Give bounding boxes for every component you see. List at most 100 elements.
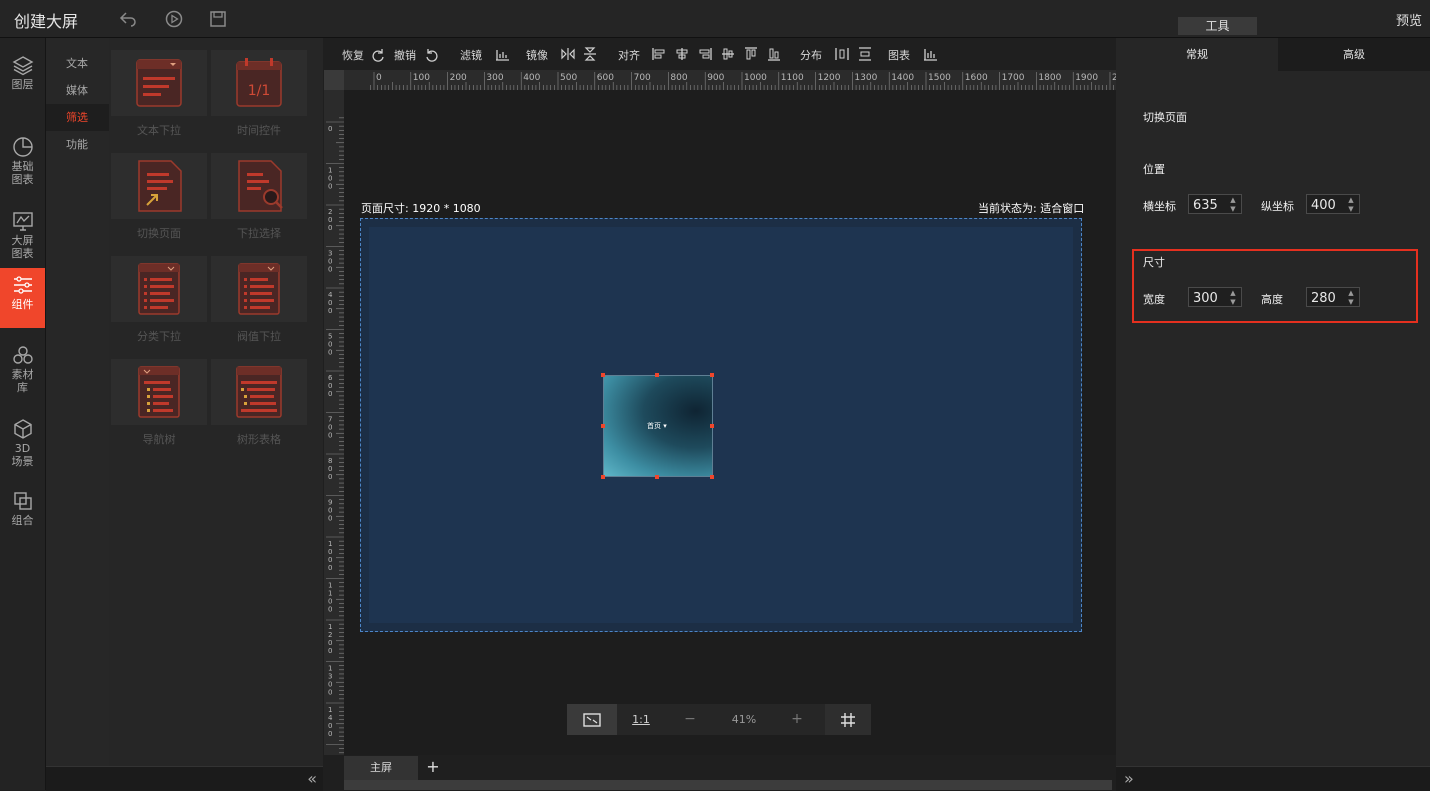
play-icon[interactable] bbox=[164, 9, 184, 29]
resize-handle-se[interactable] bbox=[710, 475, 714, 479]
right-panel-collapse[interactable]: » bbox=[1116, 766, 1430, 791]
tools-tab[interactable]: 工具 bbox=[1178, 17, 1257, 35]
y-increment-icon[interactable]: ▲ bbox=[1345, 196, 1357, 204]
double-chevron-left-icon: « bbox=[307, 769, 317, 788]
x-decrement-icon[interactable]: ▼ bbox=[1227, 205, 1239, 213]
subcat-function[interactable]: 功能 bbox=[46, 131, 109, 158]
nav-item-layers[interactable]: 图层 bbox=[0, 48, 45, 108]
horizontal-ruler[interactable]: 0 100 200 300 400 500 600 700 800 900 1000 1100 1200… bbox=[344, 70, 1116, 90]
resize-handle-e[interactable] bbox=[710, 424, 714, 428]
height-decrement-icon[interactable]: ▼ bbox=[1345, 298, 1357, 306]
component-label: 树形表格 bbox=[237, 433, 281, 446]
align-button[interactable]: 对齐 bbox=[618, 47, 640, 63]
component-text-dropdown[interactable]: 文本下拉 bbox=[111, 50, 207, 146]
width-increment-icon[interactable]: ▲ bbox=[1227, 289, 1239, 297]
chart-icon[interactable] bbox=[922, 46, 938, 62]
left-panel-collapse[interactable]: « bbox=[46, 766, 323, 791]
component-palette: 文本下拉 1/1 时间控件 切换页面 下拉选择 分类下拉 阀值下拉 导航树 树形… bbox=[109, 38, 323, 766]
align-right-icon[interactable] bbox=[697, 46, 713, 62]
actual-size-button[interactable]: 1:1 bbox=[619, 704, 663, 735]
height-label: 高度 bbox=[1261, 293, 1283, 306]
grid-toggle-button[interactable] bbox=[825, 704, 871, 735]
fit-screen-button[interactable] bbox=[567, 704, 617, 735]
align-bottom-icon[interactable] bbox=[766, 46, 782, 62]
y-decrement-icon[interactable]: ▼ bbox=[1345, 205, 1357, 213]
component-dropdown-select[interactable]: 下拉选择 bbox=[211, 153, 307, 249]
horizontal-scrollbar[interactable] bbox=[344, 780, 1112, 790]
tab-advanced[interactable]: 高级 bbox=[1278, 38, 1430, 71]
resize-handle-s[interactable] bbox=[655, 475, 659, 479]
align-middle-icon[interactable] bbox=[720, 46, 736, 62]
nav-item-group[interactable]: 组合 bbox=[0, 484, 45, 544]
redo-icon[interactable] bbox=[370, 46, 386, 62]
subcat-media[interactable]: 媒体 bbox=[46, 77, 109, 104]
sub-category-list: 文本 媒体 筛选 功能 bbox=[46, 38, 109, 766]
nav-item-screen-charts[interactable]: 大屏 图表 bbox=[0, 204, 45, 264]
ruler-label: 0 bbox=[328, 266, 332, 274]
width-field[interactable]: ▲ ▼ bbox=[1188, 287, 1242, 308]
height-increment-icon[interactable]: ▲ bbox=[1345, 289, 1357, 297]
sliders-icon bbox=[13, 276, 32, 294]
component-category-dropdown[interactable]: 分类下拉 bbox=[111, 256, 207, 352]
resize-handle-n[interactable] bbox=[655, 373, 659, 377]
zoom-in-button[interactable]: + bbox=[775, 704, 819, 735]
resize-handle-w[interactable] bbox=[601, 424, 605, 428]
nav-label: 组合 bbox=[11, 514, 34, 527]
vertical-ruler[interactable]: 0100200300400500600700800900100011001200… bbox=[324, 90, 344, 766]
component-tree-table[interactable]: 树形表格 bbox=[211, 359, 307, 455]
y-coord-field[interactable]: ▲ ▼ bbox=[1306, 194, 1360, 215]
flip-vertical-icon[interactable] bbox=[582, 46, 598, 62]
ruler-label: 1700 bbox=[1002, 73, 1025, 83]
preview-button[interactable]: 预览 bbox=[1396, 10, 1422, 29]
flip-horizontal-icon[interactable] bbox=[560, 46, 576, 62]
component-threshold-dropdown[interactable]: 阀值下拉 bbox=[211, 256, 307, 352]
ruler-label: 1 bbox=[328, 590, 332, 598]
x-increment-icon[interactable]: ▲ bbox=[1227, 196, 1239, 204]
resize-handle-sw[interactable] bbox=[601, 475, 605, 479]
tab-main-screen[interactable]: 主屏 bbox=[344, 756, 418, 780]
x-coord-field[interactable]: ▲ ▼ bbox=[1188, 194, 1242, 215]
ruler-ticks: 0100200300400500600700800900100011001200… bbox=[326, 117, 344, 766]
ruler-label: 0 bbox=[328, 432, 332, 440]
undo-icon[interactable] bbox=[424, 46, 440, 62]
component-thumbnail bbox=[111, 153, 207, 219]
component-switch-page[interactable]: 切换页面 bbox=[111, 153, 207, 249]
component-nav-tree[interactable]: 导航树 bbox=[111, 359, 207, 455]
mirror-button[interactable]: 镜像 bbox=[526, 47, 548, 63]
nav-item-basic-charts[interactable]: 基础 图表 bbox=[0, 130, 45, 190]
save-icon[interactable] bbox=[208, 9, 228, 29]
width-label: 宽度 bbox=[1143, 293, 1165, 306]
add-tab-button[interactable]: + bbox=[423, 756, 443, 780]
undo-arrow-icon[interactable] bbox=[118, 9, 138, 29]
redo-button[interactable]: 恢复 bbox=[342, 47, 364, 63]
nav-item-components[interactable]: 组件 bbox=[0, 268, 45, 328]
distribute-button[interactable]: 分布 bbox=[800, 47, 822, 63]
component-time-control[interactable]: 1/1 时间控件 bbox=[211, 50, 307, 146]
zoom-out-button[interactable]: − bbox=[667, 704, 713, 735]
undo-button[interactable]: 撤销 bbox=[394, 47, 416, 63]
height-field[interactable]: ▲ ▼ bbox=[1306, 287, 1360, 308]
subcat-text[interactable]: 文本 bbox=[46, 50, 109, 77]
align-center-icon[interactable] bbox=[674, 46, 690, 62]
page-canvas[interactable] bbox=[369, 227, 1073, 623]
align-top-icon[interactable] bbox=[743, 46, 759, 62]
ruler-label: 800 bbox=[670, 73, 687, 83]
distribute-vertical-icon[interactable] bbox=[857, 46, 873, 62]
ruler-label: 0 bbox=[328, 598, 332, 606]
subcat-filter[interactable]: 筛选 bbox=[46, 104, 109, 131]
ruler-label: 1600 bbox=[965, 73, 988, 83]
distribute-horizontal-icon[interactable] bbox=[834, 46, 850, 62]
ruler-label: 1100 bbox=[781, 73, 804, 83]
filter-button[interactable]: 滤镜 bbox=[460, 47, 482, 63]
resize-handle-ne[interactable] bbox=[710, 373, 714, 377]
resize-handle-nw[interactable] bbox=[601, 373, 605, 377]
width-decrement-icon[interactable]: ▼ bbox=[1227, 298, 1239, 306]
chart-button[interactable]: 图表 bbox=[888, 47, 910, 63]
filter-chart-icon[interactable] bbox=[494, 46, 510, 62]
tab-general[interactable]: 常规 bbox=[1116, 38, 1278, 71]
group-icon bbox=[13, 492, 32, 510]
align-left-icon[interactable] bbox=[651, 46, 667, 62]
nav-item-materials[interactable]: 素材 库 bbox=[0, 338, 45, 398]
nav-item-3d-scene[interactable]: 3D 场景 bbox=[0, 412, 45, 472]
component-label: 导航树 bbox=[142, 433, 176, 446]
